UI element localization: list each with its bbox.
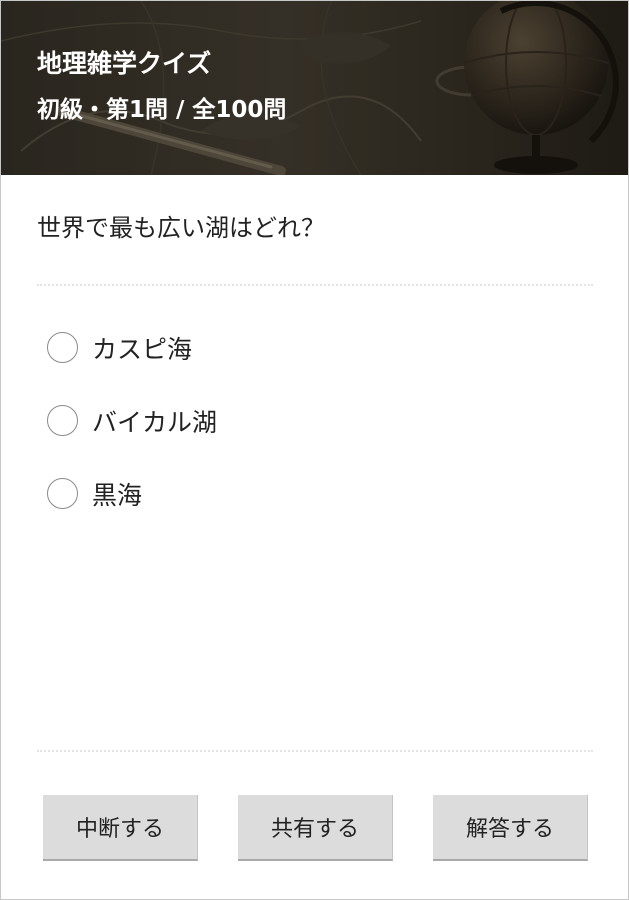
quiz-progress: 初級・第1問 / 全100問 — [37, 97, 287, 123]
answer-option-1[interactable]: カスピ海 — [47, 325, 217, 370]
answer-button[interactable]: 解答する — [433, 795, 588, 861]
quiz-screen: 地理雑学クイズ 初級・第1問 / 全100問 世界で最も広い湖はどれ？ カスピ海… — [0, 0, 629, 900]
header-banner: 地理雑学クイズ 初級・第1問 / 全100問 — [1, 1, 628, 175]
answer-option-label: バイカル湖 — [92, 407, 218, 437]
answer-option-2[interactable]: バイカル湖 — [47, 398, 217, 443]
divider — [37, 750, 593, 752]
radio-button[interactable] — [47, 478, 78, 509]
answer-option-label: カスピ海 — [92, 334, 193, 364]
radio-button[interactable] — [47, 332, 78, 363]
radio-button[interactable] — [47, 405, 78, 436]
antique-map-globe-background — [1, 1, 628, 175]
divider — [37, 284, 593, 286]
answer-options: カスピ海 バイカル湖 黒海 — [47, 325, 217, 544]
answer-option-label: 黒海 — [92, 480, 143, 510]
suspend-button[interactable]: 中断する — [43, 795, 198, 861]
app-title: 地理雑学クイズ — [37, 49, 212, 78]
answer-option-3[interactable]: 黒海 — [47, 471, 217, 516]
question-text: 世界で最も広い湖はどれ？ — [37, 214, 325, 242]
share-button[interactable]: 共有する — [238, 795, 393, 861]
